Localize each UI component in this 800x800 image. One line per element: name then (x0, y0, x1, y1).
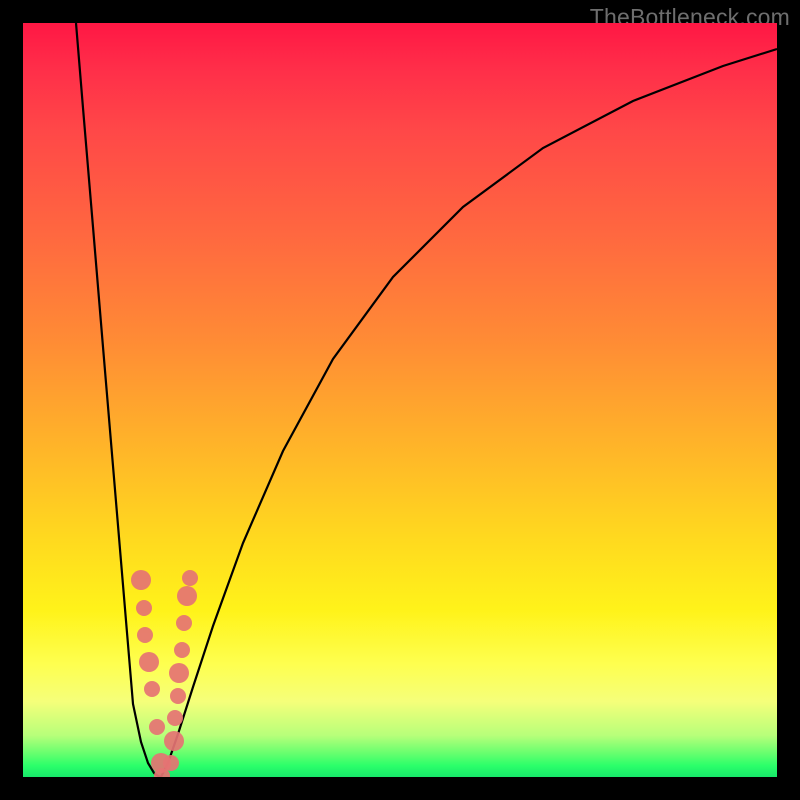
data-point (163, 755, 179, 771)
right-branch-curve (161, 49, 777, 777)
data-point (176, 615, 192, 631)
data-point (174, 642, 190, 658)
data-point (139, 652, 159, 672)
data-point (170, 688, 186, 704)
chart-frame: TheBottleneck.com (0, 0, 800, 800)
data-point (136, 600, 152, 616)
data-point (182, 570, 198, 586)
data-point (169, 663, 189, 683)
curves-layer (23, 23, 777, 777)
data-point (137, 627, 153, 643)
data-point (149, 719, 165, 735)
data-point (167, 710, 183, 726)
data-point (164, 731, 184, 751)
data-point (144, 681, 160, 697)
data-point (177, 586, 197, 606)
data-point-cluster (131, 570, 198, 777)
data-point (131, 570, 151, 590)
plot-area (23, 23, 777, 777)
